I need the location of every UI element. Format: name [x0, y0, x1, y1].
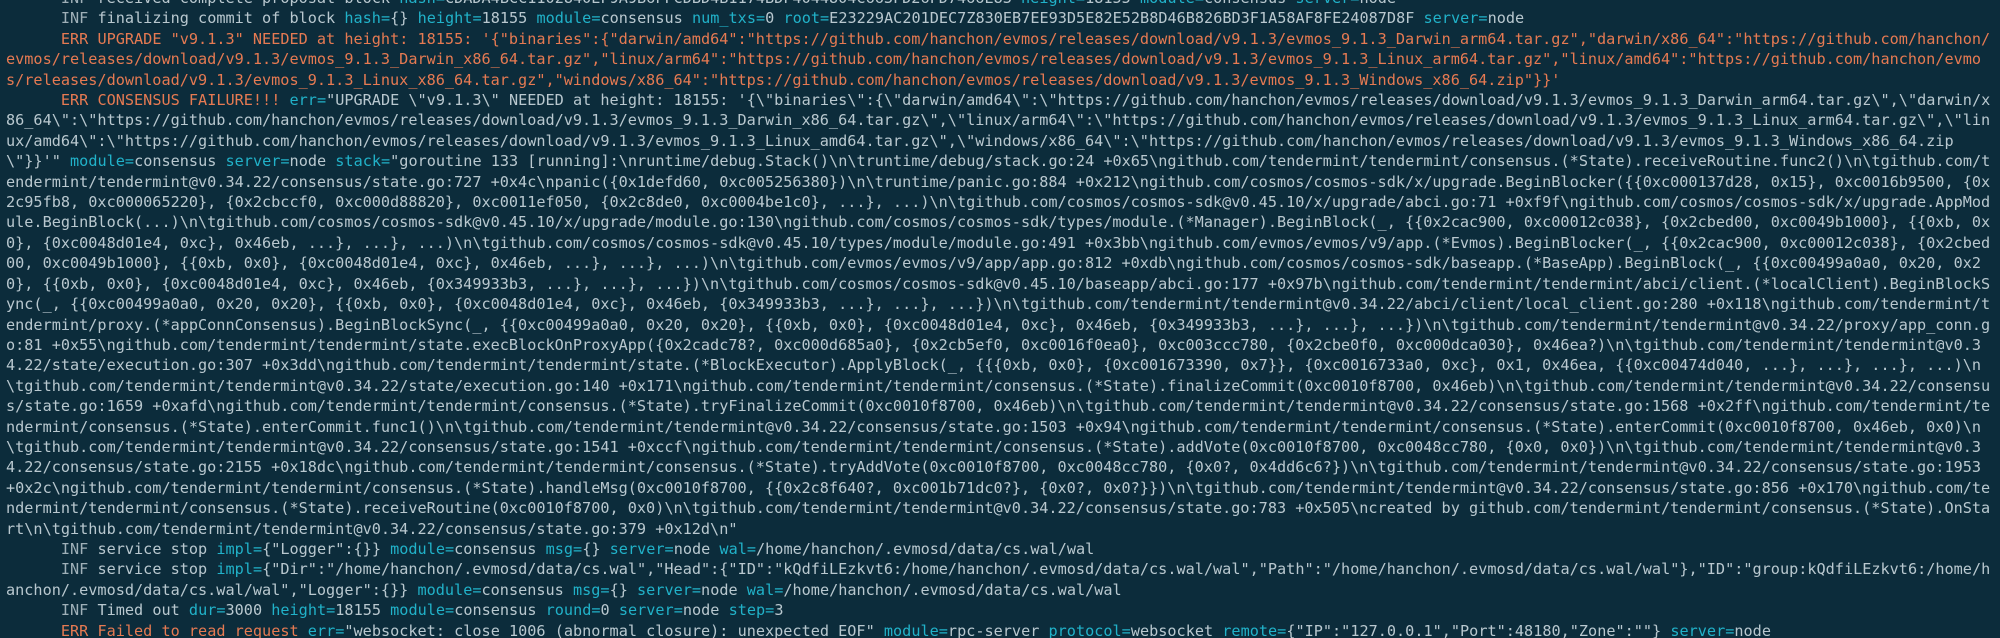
log-level: INF: [60, 539, 89, 558]
log-field-key: height: [1021, 0, 1076, 7]
log-field-key: dur: [188, 601, 217, 620]
log-field-key: server: [1295, 0, 1350, 7]
log-field-key: module: [390, 539, 445, 558]
log-field-key: module: [883, 621, 939, 638]
log-field-key: step: [728, 601, 766, 620]
log-field-value: consensus: [454, 539, 537, 558]
log-line: INF finalizing commit of block hash={} h…: [60, 9, 1525, 28]
log-field-value: node: [1359, 0, 1396, 7]
log-field-value: /home/hanchon/.evmosd/data/cs.wal/wal: [756, 539, 1095, 558]
log-field-key: module: [417, 580, 473, 599]
log-field-key: server: [225, 152, 281, 171]
log-field-key: server: [609, 539, 665, 558]
log-field-value: 0: [765, 9, 775, 28]
log-message: CONSENSUS FAILURE!!!: [97, 91, 281, 110]
log-field-value: 3: [774, 601, 784, 620]
log-field-value: 3000: [225, 601, 263, 620]
log-field-value: consensus: [481, 580, 564, 599]
log-message: Failed to read request: [97, 621, 299, 638]
log-field-key: err: [307, 621, 336, 638]
log-field-value: rpc-server: [947, 621, 1040, 638]
log-field-value: /home/hanchon/.evmosd/data/cs.wal/wal: [783, 580, 1122, 599]
log-field-key: protocol: [1048, 621, 1122, 638]
log-level: INF: [60, 601, 89, 620]
log-line: ERR UPGRADE "v9.1.3" NEEDED at height: 1…: [6, 29, 1996, 90]
log-field-key: server: [637, 580, 692, 599]
log-message: service stop: [97, 560, 208, 579]
log-level: ERR: [60, 91, 89, 110]
log-field-key: num_txs: [691, 9, 756, 28]
log-field-value: node: [289, 152, 327, 171]
log-field-value: {}: [609, 580, 628, 599]
log-field-key: remote: [1222, 621, 1278, 638]
log-field-key: msg: [545, 539, 574, 558]
log-level: ERR: [60, 29, 89, 48]
log-field-value: {"Logger":{}}: [262, 539, 381, 558]
log-field-value: {"IP":"127.0.0.1","Port":48180,"Zone":""…: [1286, 621, 1662, 638]
log-line: ERR Failed to read request err="websocke…: [60, 621, 1771, 638]
log-field-key: server: [1670, 621, 1726, 638]
log-message: Timed out: [97, 601, 180, 620]
log-field-value: node: [682, 601, 720, 620]
log-field-key: msg: [572, 580, 601, 599]
log-field-value: consensus: [1204, 0, 1286, 7]
log-line: ERR CONSENSUS FAILURE!!! err="UPGRADE \"…: [6, 91, 1991, 538]
log-message: UPGRADE "v9.1.3" NEEDED at height: 18155…: [6, 29, 1991, 89]
log-field-value: consensus: [600, 9, 683, 28]
log-field-key: module: [536, 9, 592, 28]
log-field-value: websocket: [1130, 621, 1214, 638]
log-level: INF: [61, 0, 88, 7]
log-field-key: err: [289, 91, 317, 110]
log-level: INF: [60, 9, 89, 28]
log-field-key: impl: [216, 560, 253, 579]
log-field-key: hash: [344, 9, 381, 28]
log-field-key: server: [618, 601, 674, 620]
log-field-key: module: [1140, 0, 1195, 7]
log-field-value: 18155: [335, 601, 381, 620]
log-field-key: server: [1423, 9, 1479, 28]
log-field-value: E23229AC201DEC7Z830EB7EE93D5E82E52B8D46B…: [829, 9, 1415, 28]
log-field-value: node: [701, 580, 738, 599]
log-field-value: node: [673, 539, 711, 558]
log-field-value: 18155: [481, 9, 528, 28]
log-line: INF Timed out dur=3000 height=18155 modu…: [60, 601, 784, 620]
log-field-value: node: [1734, 621, 1771, 638]
log-field-key: hash: [399, 0, 436, 7]
log-message: service stop: [97, 539, 208, 558]
log-field-value: consensus: [134, 152, 217, 171]
log-field-key: module: [70, 152, 125, 171]
log-field-value: {}: [390, 9, 409, 28]
log-field-value: 18155: [1085, 0, 1131, 7]
log-field-value: "websocket: close 1006 (abnormal closure…: [344, 621, 875, 638]
log-field-key: module: [390, 601, 446, 620]
log-message: finalizing commit of block: [97, 9, 336, 28]
log-line: INF service stop impl={"Dir":"/home/hanc…: [6, 560, 1991, 599]
log-field-value: 0: [600, 601, 610, 620]
log-field-key: round: [545, 601, 592, 620]
log-field-value: CDADA4BCC1102840EF9A9B6FFCDBD4B1174BDF40…: [445, 0, 1012, 7]
log-field-value: consensus: [454, 601, 537, 620]
log-field-value: "goroutine 133 [running]:\nruntime/debug…: [6, 152, 1991, 538]
log-field-key: height: [417, 9, 473, 28]
log-line: INF service stop impl={"Logger":{}} modu…: [60, 539, 1095, 558]
log-field-key: stack: [335, 152, 381, 171]
log-field-key: wal: [746, 580, 775, 599]
log-message: received complete proposal block: [97, 0, 390, 7]
log-field-key: root: [783, 9, 821, 28]
log-level: ERR: [60, 621, 89, 638]
log-line: INF received complete proposal block has…: [6, 0, 1996, 8]
log-level: INF: [60, 560, 89, 579]
log-field-key: height: [271, 601, 327, 620]
log-field-value: node: [1487, 9, 1525, 28]
log-field-key: impl: [216, 539, 253, 558]
log-output: INF received complete proposal block has…: [6, 0, 1996, 638]
terminal-window[interactable]: INF received complete proposal block has…: [0, 0, 2000, 638]
log-field-value: {}: [582, 539, 601, 558]
log-field-key: wal: [719, 539, 747, 558]
